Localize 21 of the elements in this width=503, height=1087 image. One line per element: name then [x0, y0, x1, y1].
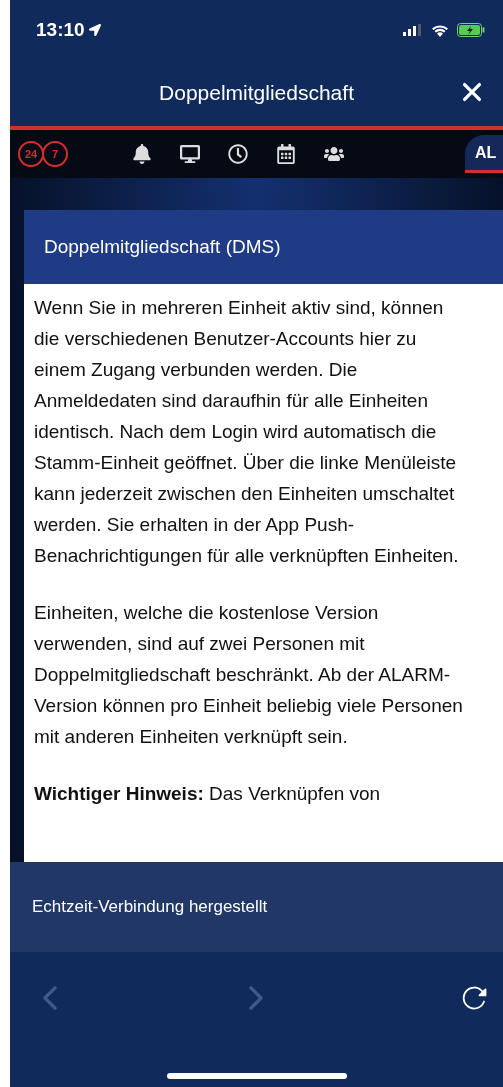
monitor-icon[interactable]: [180, 144, 200, 164]
status-time: 13:10: [36, 19, 101, 41]
wifi-icon: [431, 23, 449, 37]
clock-icon[interactable]: [228, 144, 248, 164]
counter-badge: 24: [18, 141, 44, 167]
counter-badge: 7: [42, 141, 68, 167]
reload-icon: [461, 984, 489, 1012]
paragraph: Einheiten, welche die kostenlose Version verwenden, sind auf zwei Personen mit Doppelmitgliedschaft beschränkt. Ab der ALARM-Version können pro Einheit beliebig viele Personen mit anderen Einheiten verknüpft sein.: [34, 601, 463, 749]
reload-button[interactable]: [461, 984, 489, 1012]
users-icon[interactable]: [324, 144, 344, 164]
battery-icon: [457, 23, 485, 37]
signal-icon: [403, 24, 423, 36]
screen-title: Doppelmitgliedschaft: [159, 81, 354, 105]
paragraph: Wichtiger Hinweis: Das Verknüpfen von: [34, 782, 382, 806]
calendar-icon[interactable]: [276, 144, 296, 164]
paragraph: Wenn Sie in mehreren Einheit aktiv sind, können die verschiedenen Benutzer-Accounts hier zu einem Zugang verbunden werden. Die Anmeldedaten sind daraufhin für alle Einheiten identisch. Nach dem Login wird automatisch die Stamm-Einheit geöffnet. Über die linke Menüleiste kann jederzeit zwischen den Einheiten umschaltet werden. Sie erhalten in der App Push-Benachrichtigungen für alle verknüpften Einheiten.: [34, 296, 460, 568]
location-arrow-icon: [88, 24, 101, 36]
bell-icon[interactable]: [132, 144, 152, 164]
card-title: Doppelmitgliedschaft (DMS): [24, 210, 503, 284]
toast-message: Echtzeit-Verbindung hergestellt: [10, 862, 503, 952]
avatar-button[interactable]: AL: [465, 135, 503, 173]
